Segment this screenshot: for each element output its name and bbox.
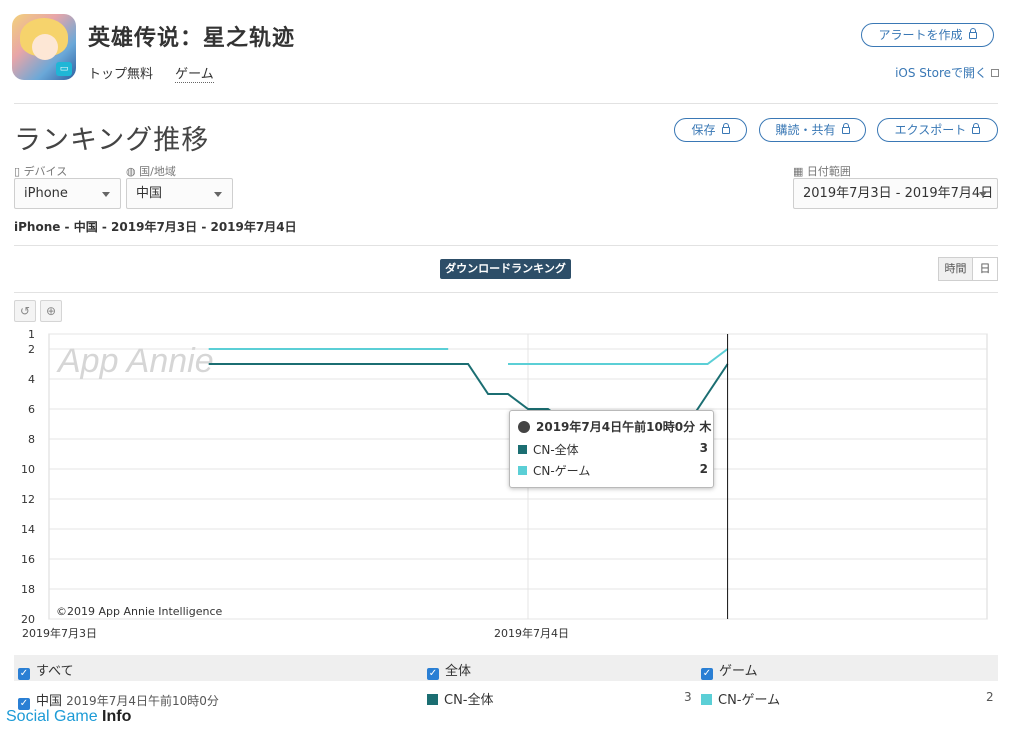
chart-watermark: App Annie	[56, 342, 214, 380]
legend-overall-checkbox[interactable]: ✓ 全体	[427, 660, 471, 680]
legend-bar	[14, 655, 998, 681]
ranking-chart: App Annie 12468101214161820 2019年7月3日 201…	[21, 328, 988, 640]
y-tick-label: 10	[21, 463, 35, 476]
y-tick-label: 2	[28, 343, 35, 356]
data-row-overall: CN-全体	[427, 689, 494, 708]
data-row-checkbox[interactable]: ✓ 中国 2019年7月4日午前10時0分	[18, 690, 219, 710]
y-tick-label: 8	[28, 433, 35, 446]
y-tick-label: 14	[21, 523, 35, 536]
x-tick-label: 2019年7月3日	[22, 626, 97, 640]
legend-game-checkbox[interactable]: ✓ ゲーム	[701, 660, 758, 680]
chart-tooltip: 2019年7月4日午前10時0分 木 CN-全体 3 CN-ゲーム 2	[509, 410, 714, 488]
data-row-game-value: 2	[986, 690, 994, 704]
y-tick-labels: 12468101214161820	[21, 328, 35, 626]
y-tick-label: 6	[28, 403, 35, 416]
checkbox-icon: ✓	[701, 668, 713, 680]
y-tick-label: 16	[21, 553, 35, 566]
globe-icon	[518, 421, 530, 433]
y-tick-label: 20	[21, 613, 35, 626]
chart-copyright: ©2019 App Annie Intelligence	[56, 605, 223, 618]
y-tick-label: 18	[21, 583, 35, 596]
y-tick-label: 1	[28, 328, 35, 341]
tooltip-row: CN-ゲーム 2	[518, 462, 708, 479]
data-row-overall-value: 3	[684, 690, 692, 704]
checkbox-icon: ✓	[18, 668, 30, 680]
series-line	[208, 348, 729, 365]
y-tick-label: 4	[28, 373, 35, 386]
x-tick-label: 2019年7月4日	[494, 626, 569, 640]
data-row-game: CN-ゲーム	[701, 689, 780, 708]
y-tick-label: 12	[21, 493, 35, 506]
checkbox-icon: ✓	[427, 668, 439, 680]
site-watermark: Social Game Info	[6, 708, 132, 725]
legend-all-checkbox[interactable]: ✓ すべて	[18, 660, 74, 680]
tooltip-title: 2019年7月4日午前10時0分 木	[536, 420, 712, 434]
x-tick-labels: 2019年7月3日 2019年7月4日	[22, 626, 569, 640]
tooltip-row: CN-全体 3	[518, 441, 708, 458]
